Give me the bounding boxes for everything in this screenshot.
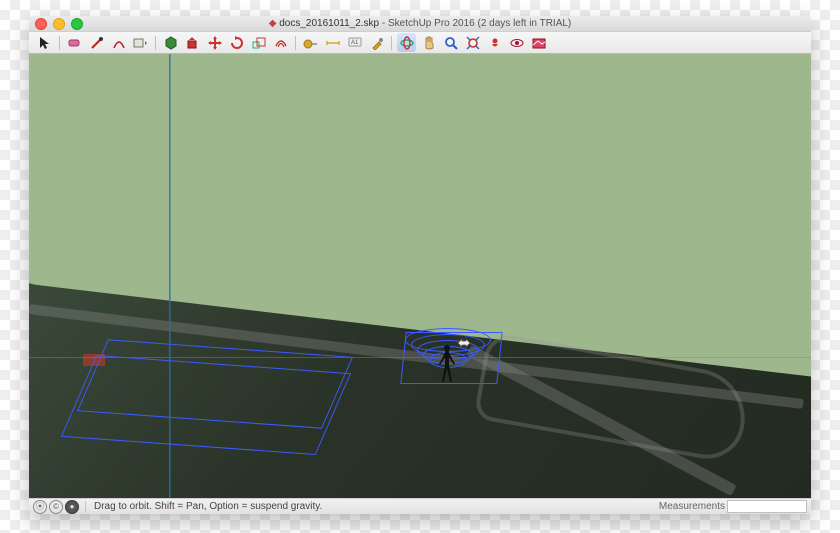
- close-icon[interactable]: [35, 18, 47, 30]
- app-window: ◆ docs_20161011_2.skp - SketchUp Pro 201…: [29, 16, 811, 514]
- window-controls: [35, 18, 83, 30]
- main-toolbar: A1: [29, 31, 811, 54]
- dimension-tool[interactable]: [323, 33, 342, 52]
- appname-label: SketchUp Pro 2016: [388, 18, 475, 29]
- pan-tool[interactable]: [419, 33, 438, 52]
- measurements-input[interactable]: [727, 500, 807, 513]
- model-viewport[interactable]: [29, 54, 811, 498]
- move-tool[interactable]: [205, 33, 224, 52]
- rotate-tool[interactable]: [227, 33, 246, 52]
- window-title: ◆ docs_20161011_2.skp - SketchUp Pro 201…: [29, 18, 811, 29]
- add-location-tool[interactable]: [529, 33, 548, 52]
- zoom-tool[interactable]: [441, 33, 460, 52]
- line-tool[interactable]: [87, 33, 106, 52]
- pushpull-tool[interactable]: [183, 33, 202, 52]
- status-bar: ⦿ © ● Drag to orbit. Shift = Pan, Option…: [29, 498, 811, 514]
- select-tool[interactable]: [35, 33, 54, 52]
- status-hint: Drag to orbit. Shift = Pan, Option = sus…: [88, 501, 659, 512]
- status-divider: [85, 501, 86, 513]
- eraser-tool[interactable]: [65, 33, 84, 52]
- rectangle-tool[interactable]: [131, 33, 150, 52]
- offset-tool[interactable]: [271, 33, 290, 52]
- toolbar-separator: [155, 36, 156, 50]
- position-camera-tool[interactable]: [485, 33, 504, 52]
- status-icons: ⦿ © ●: [29, 500, 83, 514]
- edge-line: [169, 54, 171, 498]
- minimize-icon[interactable]: [53, 18, 65, 30]
- measurements-label: Measurements: [659, 501, 727, 512]
- svg-text:A1: A1: [351, 40, 359, 46]
- filename-label: docs_20161011_2.skp: [279, 18, 379, 29]
- tape-tool[interactable]: [301, 33, 320, 52]
- arc-tool[interactable]: [109, 33, 128, 52]
- orbit-cursor-icon: [457, 336, 469, 348]
- titlebar: ◆ docs_20161011_2.skp - SketchUp Pro 201…: [29, 16, 811, 31]
- credits-icon[interactable]: ©: [49, 500, 63, 514]
- text-tool[interactable]: A1: [345, 33, 364, 52]
- toolbar-separator: [295, 36, 296, 50]
- toolbar-separator: [59, 36, 60, 50]
- look-around-tool[interactable]: [507, 33, 526, 52]
- component-tool[interactable]: [161, 33, 180, 52]
- profile-icon[interactable]: ●: [65, 500, 79, 514]
- geo-icon[interactable]: ⦿: [33, 500, 47, 514]
- document-proxy-icon: ◆: [269, 18, 277, 29]
- orbit-tool[interactable]: [397, 33, 416, 52]
- zoom-icon[interactable]: [71, 18, 83, 30]
- zoom-extents-tool[interactable]: [463, 33, 482, 52]
- scale-figure: [437, 344, 457, 391]
- scale-tool[interactable]: [249, 33, 268, 52]
- appname-label: -: [382, 18, 388, 29]
- paint-tool[interactable]: [367, 33, 386, 52]
- toolbar-separator: [391, 36, 392, 50]
- trial-label: (2 days left in TRIAL): [478, 18, 572, 29]
